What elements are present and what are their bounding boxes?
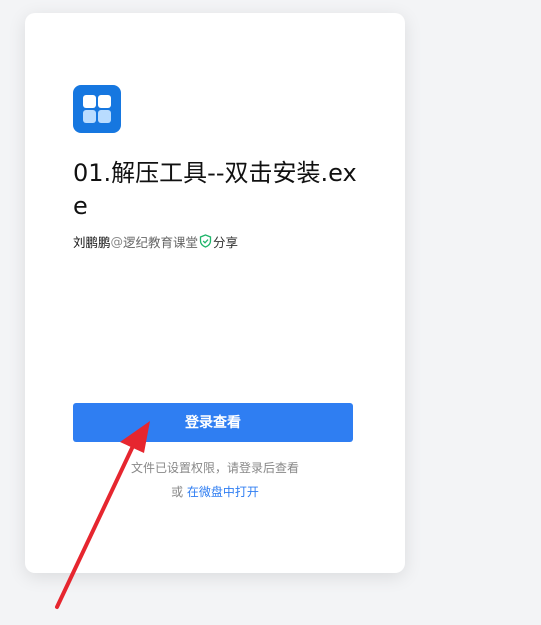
permission-hint: 文件已设置权限，请登录后查看 xyxy=(130,461,299,475)
sharer-name: 刘鹏鹏 xyxy=(73,234,111,250)
shield-check-icon xyxy=(199,234,212,248)
file-share-card: 01.解压工具--双击安装.exe 刘鹏鹏 @ 逻纪教育课堂 分享 登录查看 文… xyxy=(25,13,405,573)
sharer-info: 刘鹏鹏 @ 逻纪教育课堂 分享 xyxy=(73,232,238,250)
sharer-org: 逻纪教育课堂 xyxy=(123,234,199,250)
open-in-app-row: 或 在微盘中打开 xyxy=(25,483,405,500)
login-view-button[interactable]: 登录查看 xyxy=(73,403,353,442)
file-title: 01.解压工具--双击安装.exe xyxy=(73,159,357,220)
windows-grid-icon xyxy=(73,85,121,133)
sharer-separator: @ xyxy=(110,233,124,249)
open-in-weipan-link[interactable]: 在微盘中打开 xyxy=(187,485,259,499)
share-label: 分享 xyxy=(213,234,239,250)
or-text: 或 xyxy=(171,485,184,499)
